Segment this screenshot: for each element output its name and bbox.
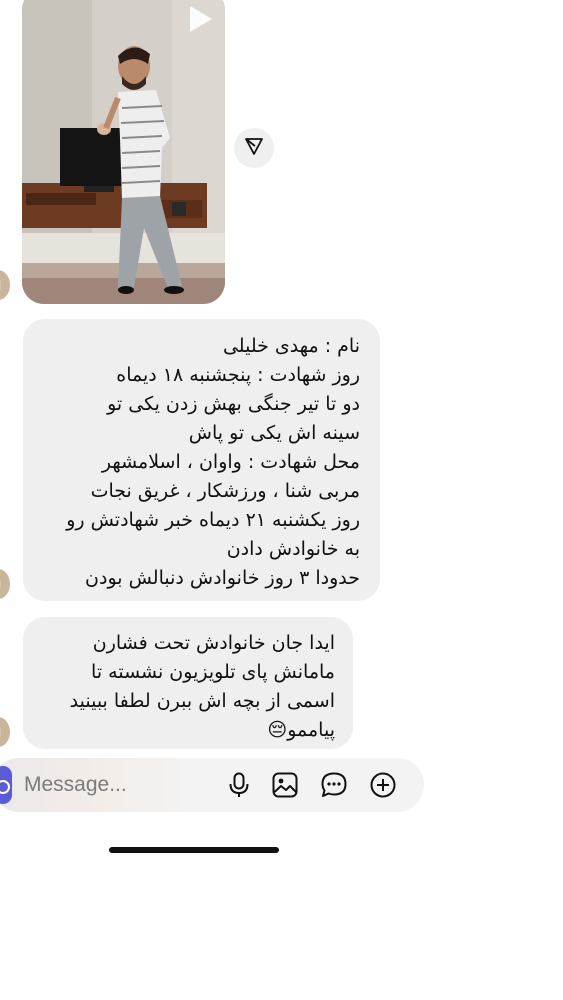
- sender-avatar[interactable]: [0, 569, 10, 599]
- sender-avatar[interactable]: [0, 270, 10, 300]
- message-bubble[interactable]: ایدا جان خانوادش تحت فشارن مامانش پای تل…: [23, 617, 353, 749]
- microphone-icon[interactable]: [225, 771, 253, 799]
- video-message-thumbnail[interactable]: [22, 0, 225, 304]
- camera-icon[interactable]: [0, 766, 12, 804]
- sticker-icon[interactable]: [320, 771, 348, 799]
- gallery-icon[interactable]: [271, 771, 299, 799]
- message-input[interactable]: [24, 770, 204, 800]
- add-icon[interactable]: [369, 771, 397, 799]
- sender-avatar[interactable]: [0, 717, 10, 747]
- message-bubble[interactable]: نام : مهدی خلیلی روز شهادت : پنجشنبه ۱۸ …: [23, 319, 380, 601]
- home-indicator: [109, 847, 279, 853]
- share-button[interactable]: [234, 128, 274, 168]
- send-icon: [244, 136, 264, 160]
- play-icon[interactable]: [185, 4, 215, 34]
